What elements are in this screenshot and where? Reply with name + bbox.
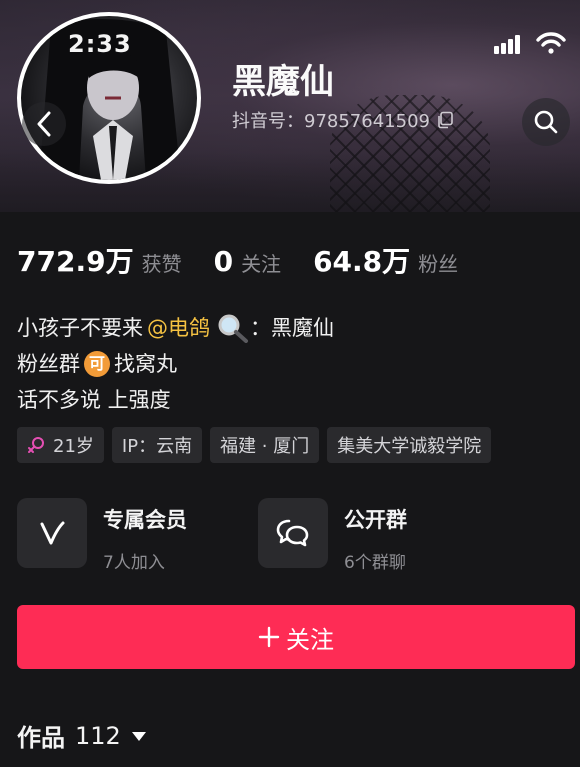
group-title: 公开群 <box>344 508 407 532</box>
ip-tag: IP：云南 <box>111 427 203 463</box>
status-time: 2:33 <box>68 30 132 58</box>
wifi-icon <box>536 32 566 54</box>
plus-icon <box>258 626 280 648</box>
bio-line-3: 话不多说 上强度 <box>17 388 171 412</box>
search-icon <box>534 110 558 134</box>
follow-button[interactable]: 关注 <box>17 605 575 669</box>
profile-name: 黑魔仙 <box>232 62 334 102</box>
group-subtitle: 6个群聊 <box>344 553 406 573</box>
age-tag: 21岁 <box>17 427 104 463</box>
female-icon <box>28 437 44 453</box>
profile-bio: 小孩子不要来 @电鸽 ：黑魔仙 粉丝群 可 找窝丸 话不多说 上强度 <box>17 310 334 418</box>
chevron-left-icon <box>37 111 51 137</box>
can-badge-icon: 可 <box>84 351 110 377</box>
works-tab[interactable]: 作品 112 <box>17 718 147 753</box>
membership-card[interactable]: 专属会员 7人加入 <box>17 498 187 573</box>
following-count[interactable]: 0 <box>214 245 233 278</box>
school-tag[interactable]: 集美大学诚毅学院 <box>327 427 492 463</box>
douyin-id-text: 抖音号：97857641509 <box>232 111 430 132</box>
magnifier-emoji-icon <box>218 314 248 343</box>
back-button[interactable] <box>22 102 66 146</box>
search-button[interactable] <box>522 98 570 146</box>
follow-button-label: 关注 <box>286 625 334 654</box>
likes-count[interactable]: 772.9万 <box>17 240 134 280</box>
membership-v-icon <box>40 521 65 545</box>
followers-count[interactable]: 64.8万 <box>313 240 410 280</box>
bio-line-1: 小孩子不要来 @电鸽 ：黑魔仙 <box>17 310 334 346</box>
works-label: 作品 <box>17 724 65 752</box>
likes-label: 获赞 <box>141 252 182 276</box>
profile-stats: 772.9万 获赞 0 关注 64.8万 粉丝 <box>17 240 490 280</box>
location-tag: 福建 · 厦门 <box>210 427 320 463</box>
followers-label: 粉丝 <box>418 252 459 276</box>
group-chat-card[interactable]: 公开群 6个群聊 <box>258 498 407 573</box>
mention-link[interactable]: @电鸽 <box>147 310 210 346</box>
membership-subtitle: 7人加入 <box>103 553 165 573</box>
group-chat-icon <box>276 519 309 547</box>
bio-line-2: 粉丝群 可 找窝丸 <box>17 351 177 377</box>
membership-title: 专属会员 <box>103 508 187 532</box>
cellular-signal-icon <box>494 35 520 54</box>
copy-icon[interactable] <box>436 111 454 129</box>
douyin-id: 抖音号：97857641509 <box>232 107 454 133</box>
following-label: 关注 <box>241 252 282 276</box>
caret-down-icon[interactable] <box>131 730 147 742</box>
profile-tags: 21岁 IP：云南 福建 · 厦门 集美大学诚毅学院 <box>17 427 492 463</box>
works-count: 112 <box>75 721 121 750</box>
status-icons <box>494 32 566 54</box>
